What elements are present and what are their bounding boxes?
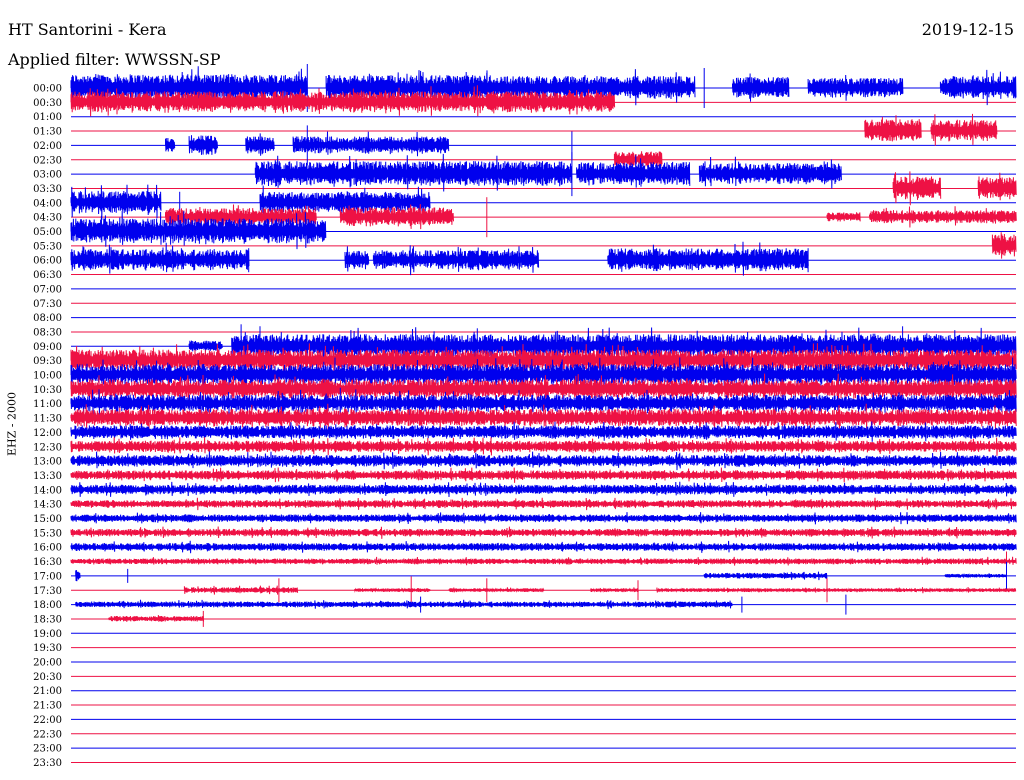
row-time-label: 09:00 bbox=[33, 342, 62, 353]
row-time-label: 22:30 bbox=[33, 729, 62, 740]
row-time-label: 11:30 bbox=[33, 414, 62, 425]
trace-segment bbox=[108, 615, 205, 622]
trace-segment bbox=[70, 526, 1017, 539]
trace-segment bbox=[188, 135, 218, 155]
row-time-label: 21:30 bbox=[33, 701, 62, 712]
trace-segment bbox=[607, 241, 809, 276]
row-time-label: 13:00 bbox=[33, 457, 62, 468]
row-time-label: 12:30 bbox=[33, 442, 62, 453]
trace-segment bbox=[869, 206, 1017, 228]
row-time-label: 17:30 bbox=[33, 586, 62, 597]
row-time-label: 15:30 bbox=[33, 528, 62, 539]
row-time-label: 02:00 bbox=[33, 141, 62, 152]
row-time-label: 14:00 bbox=[33, 485, 62, 496]
trace-segment bbox=[70, 242, 250, 274]
trace-segment bbox=[448, 587, 545, 593]
trace-segment bbox=[372, 245, 540, 276]
trace-segment bbox=[70, 497, 1017, 511]
row-time-label: 05:30 bbox=[33, 241, 62, 252]
row-time-label: 05:00 bbox=[33, 227, 62, 238]
trace-segment bbox=[70, 540, 1017, 554]
trace-segment bbox=[183, 585, 299, 595]
row-time-label: 21:00 bbox=[33, 686, 62, 697]
trace-segment bbox=[70, 437, 1017, 456]
trace-segment bbox=[939, 69, 1017, 106]
row-time-label: 03:00 bbox=[33, 170, 62, 181]
trace-segment bbox=[165, 137, 176, 152]
row-time-label: 19:00 bbox=[33, 629, 62, 640]
row-time-label: 03:30 bbox=[33, 184, 62, 195]
trace-segment bbox=[70, 481, 1017, 498]
trace-segment bbox=[977, 172, 1017, 201]
trace-segment bbox=[70, 451, 1017, 471]
trace-segment bbox=[826, 212, 861, 222]
row-time-label: 06:00 bbox=[33, 256, 62, 267]
trace-segment bbox=[732, 73, 790, 102]
row-time-label: 22:00 bbox=[33, 715, 62, 726]
trace-segment bbox=[703, 571, 828, 581]
row-time-label: 10:30 bbox=[33, 385, 62, 396]
row-time-label: 15:00 bbox=[33, 514, 62, 525]
trace-segment bbox=[930, 113, 998, 146]
row-time-label: 04:30 bbox=[33, 213, 62, 224]
row-time-label: 01:30 bbox=[33, 127, 62, 138]
trace-segment bbox=[70, 467, 1017, 483]
trace-segment bbox=[70, 556, 1017, 566]
trace-segment bbox=[344, 246, 370, 272]
time-labels: 00:00 00:30 01:00 01:30 02:00 02:30 03:00 03:30… bbox=[33, 84, 62, 769]
row-time-label: 01:00 bbox=[33, 112, 62, 123]
row-time-label: 18:30 bbox=[33, 614, 62, 625]
row-time-label: 08:00 bbox=[33, 313, 62, 324]
row-time-label: 00:00 bbox=[33, 84, 62, 95]
row-time-label: 14:30 bbox=[33, 500, 62, 511]
trace-segment bbox=[944, 573, 1007, 579]
row-time-label: 16:30 bbox=[33, 557, 62, 568]
row-time-label: 18:00 bbox=[33, 600, 62, 611]
helicorder-plot: 00:00 00:30 01:00 01:30 02:00 02:30 03:00 03:30… bbox=[33, 64, 1017, 769]
trace-segment bbox=[245, 133, 275, 156]
row-time-label: 13:30 bbox=[33, 471, 62, 482]
row-time-label: 17:00 bbox=[33, 571, 62, 582]
row-time-label: 23:30 bbox=[33, 758, 62, 769]
trace-segment bbox=[864, 115, 922, 142]
row-time-label: 16:00 bbox=[33, 543, 62, 554]
trace-segment bbox=[354, 587, 431, 593]
trace-segment bbox=[656, 587, 1017, 594]
trace-segment bbox=[991, 232, 1017, 259]
row-time-label: 00:30 bbox=[33, 98, 62, 109]
trace-segment bbox=[70, 184, 162, 221]
row-time-label: 02:30 bbox=[33, 155, 62, 166]
trace-segment bbox=[807, 74, 904, 101]
trace-segment bbox=[70, 512, 1017, 525]
trace-segment bbox=[590, 587, 639, 593]
row-time-label: 19:30 bbox=[33, 643, 62, 654]
row-time-label: 20:30 bbox=[33, 672, 62, 683]
row-time-label: 08:30 bbox=[33, 327, 62, 338]
row-time-label: 09:30 bbox=[33, 356, 62, 367]
trace-segment bbox=[892, 171, 942, 206]
row-time-label: 23:00 bbox=[33, 744, 62, 755]
row-time-label: 07:30 bbox=[33, 299, 62, 310]
row-time-label: 12:00 bbox=[33, 428, 62, 439]
trace-segment bbox=[75, 570, 81, 582]
row-time-label: 07:00 bbox=[33, 284, 62, 295]
row-time-label: 20:00 bbox=[33, 658, 62, 669]
trace-segment bbox=[698, 156, 842, 189]
trace-segment bbox=[75, 599, 733, 610]
trace-segment bbox=[292, 131, 450, 157]
row-time-label: 10:00 bbox=[33, 371, 62, 382]
row-time-label: 04:00 bbox=[33, 198, 62, 209]
row-time-label: 11:00 bbox=[33, 399, 62, 410]
seismic-traces bbox=[70, 64, 1017, 627]
row-time-label: 06:30 bbox=[33, 270, 62, 281]
